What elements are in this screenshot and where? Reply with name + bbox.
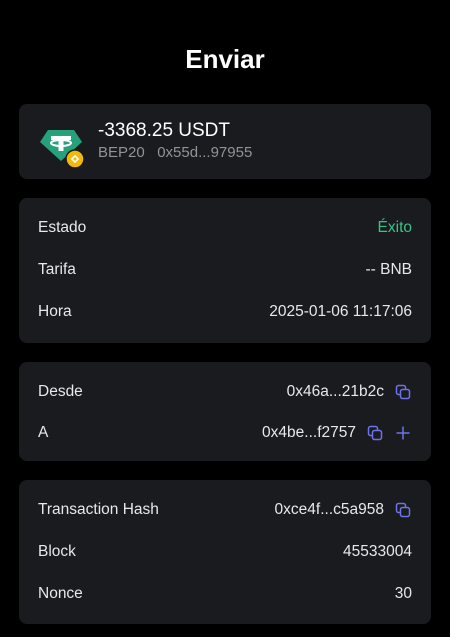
nonce-row: Nonce 30 xyxy=(19,579,431,609)
nonce-value: 30 xyxy=(394,585,412,602)
from-label: Desde xyxy=(38,383,83,400)
copy-icon[interactable] xyxy=(394,501,412,519)
hash-value: 0xce4f...c5a958 xyxy=(275,501,412,519)
transaction-amount: -3368.25 USDT xyxy=(98,120,231,141)
time-row: Hora 2025-01-06 11:17:06 xyxy=(19,297,431,327)
to-label: A xyxy=(38,424,49,441)
transaction-detail-screen: Enviar -3368.25 USDT BEP20 0x55d...97955… xyxy=(0,0,450,637)
time-label: Hora xyxy=(38,303,72,320)
add-contact-plus-icon[interactable] xyxy=(394,424,412,442)
tether-usdt-icon xyxy=(38,121,85,169)
block-label: Block xyxy=(38,543,76,560)
from-row: Desde 0x46a...21b2c xyxy=(19,377,431,407)
transaction-info-card: Transaction Hash 0xce4f...c5a958 Block 4… xyxy=(19,480,431,624)
nonce-label: Nonce xyxy=(38,585,83,602)
fee-label: Tarifa xyxy=(38,261,76,278)
copy-icon[interactable] xyxy=(366,424,384,442)
status-value: Éxito xyxy=(377,219,412,236)
token-card: -3368.25 USDT BEP20 0x55d...97955 xyxy=(19,104,431,179)
status-label: Estado xyxy=(38,219,87,236)
bnb-chain-badge-icon xyxy=(65,149,85,169)
fee-row: Tarifa -- BNB xyxy=(19,255,431,285)
status-card: Estado Éxito Tarifa -- BNB Hora 2025-01-… xyxy=(19,198,431,343)
from-address-text: 0x46a...21b2c xyxy=(286,383,384,400)
block-value: 45533004 xyxy=(343,543,412,560)
to-address: 0x4be...f2757 xyxy=(262,424,412,442)
hash-label: Transaction Hash xyxy=(38,501,159,518)
token-network-contract: BEP20 0x55d...97955 xyxy=(98,144,253,161)
page-title: Enviar xyxy=(185,44,265,74)
status-row: Estado Éxito xyxy=(19,213,431,243)
hash-row: Transaction Hash 0xce4f...c5a958 xyxy=(19,495,431,525)
address-card: Desde 0x46a...21b2c A 0x4be...f2757 xyxy=(19,362,431,461)
hash-value-text: 0xce4f...c5a958 xyxy=(274,501,384,518)
fee-value: -- BNB xyxy=(365,261,413,278)
time-value: 2025-01-06 11:17:06 xyxy=(269,303,412,320)
from-address: 0x46a...21b2c xyxy=(287,383,412,401)
copy-icon[interactable] xyxy=(394,383,412,401)
to-address-text: 0x4be...f2757 xyxy=(262,424,356,441)
to-row: A 0x4be...f2757 xyxy=(19,418,431,448)
block-row: Block 45533004 xyxy=(19,537,431,567)
